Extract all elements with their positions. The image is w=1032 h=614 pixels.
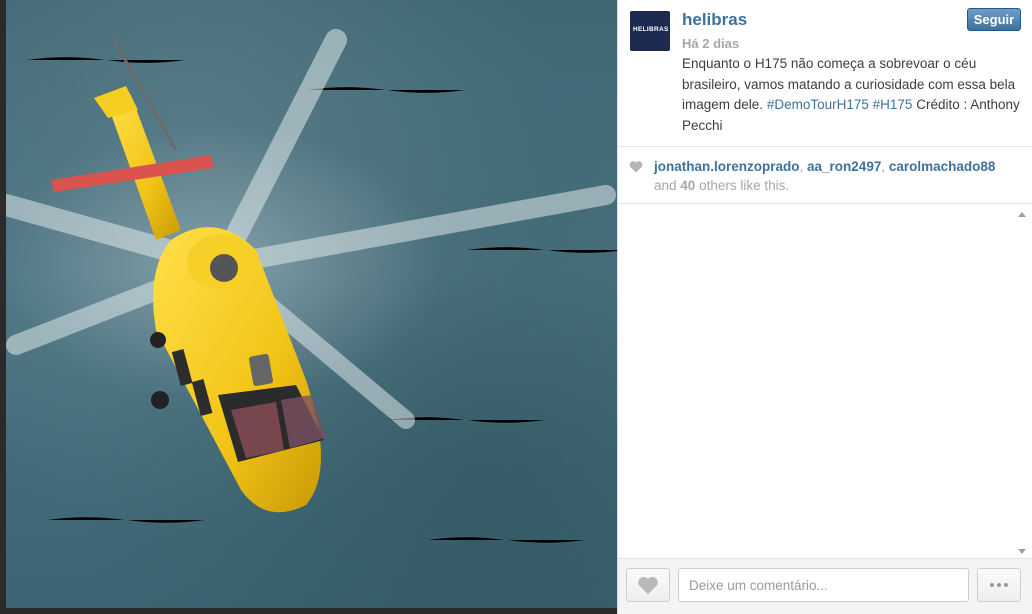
likes-prefix: and <box>654 177 677 193</box>
liker-link[interactable]: jonathan.lorenzoprado <box>654 159 800 174</box>
helicopter-photo <box>6 29 617 544</box>
liker-separator: , <box>881 159 889 174</box>
likes-suffix: others like this. <box>699 177 790 193</box>
post-caption: Enquanto o H175 não começa a sobrevoar o… <box>682 54 1027 136</box>
liker-separator: , <box>799 159 808 174</box>
post-header: HELIBRAS helibras Há 2 dias Seguir Enqua… <box>618 0 1032 146</box>
follow-button[interactable]: Seguir <box>967 8 1021 31</box>
post-media <box>0 0 617 614</box>
liker-link[interactable]: carolmachado88 <box>889 159 996 174</box>
like-count[interactable]: 40 <box>680 178 695 193</box>
scroll-up-arrow-icon[interactable] <box>1018 212 1026 217</box>
post-photo[interactable] <box>6 0 617 608</box>
like-button[interactable] <box>626 568 670 602</box>
more-dots-icon <box>997 583 1001 587</box>
hashtag-link[interactable]: #DemoTourH175 <box>767 97 869 112</box>
heart-icon <box>629 160 643 178</box>
post-timestamp: Há 2 dias <box>682 36 740 51</box>
comments-list <box>618 204 1032 558</box>
likes-section: jonathan.lorenzoprado, aa_ron2497, carol… <box>618 146 1032 204</box>
hashtag-link[interactable]: #H175 <box>873 97 913 112</box>
more-dots-icon <box>990 583 994 587</box>
avatar[interactable]: HELIBRAS <box>630 11 670 51</box>
comment-input[interactable] <box>678 568 969 602</box>
more-options-button[interactable] <box>977 568 1021 602</box>
avatar-logo-text: HELIBRAS <box>633 26 669 33</box>
scroll-down-arrow-icon[interactable] <box>1018 549 1026 554</box>
liker-link[interactable]: aa_ron2497 <box>807 159 881 174</box>
likers-text: jonathan.lorenzoprado, aa_ron2497, carol… <box>654 158 1024 195</box>
username-link[interactable]: helibras <box>682 10 747 30</box>
comment-footer <box>618 558 1032 614</box>
comments-scrollbar[interactable] <box>1018 207 1027 557</box>
heart-icon <box>638 576 658 595</box>
post-details-panel: HELIBRAS helibras Há 2 dias Seguir Enqua… <box>617 0 1032 614</box>
more-dots-icon <box>1004 583 1008 587</box>
